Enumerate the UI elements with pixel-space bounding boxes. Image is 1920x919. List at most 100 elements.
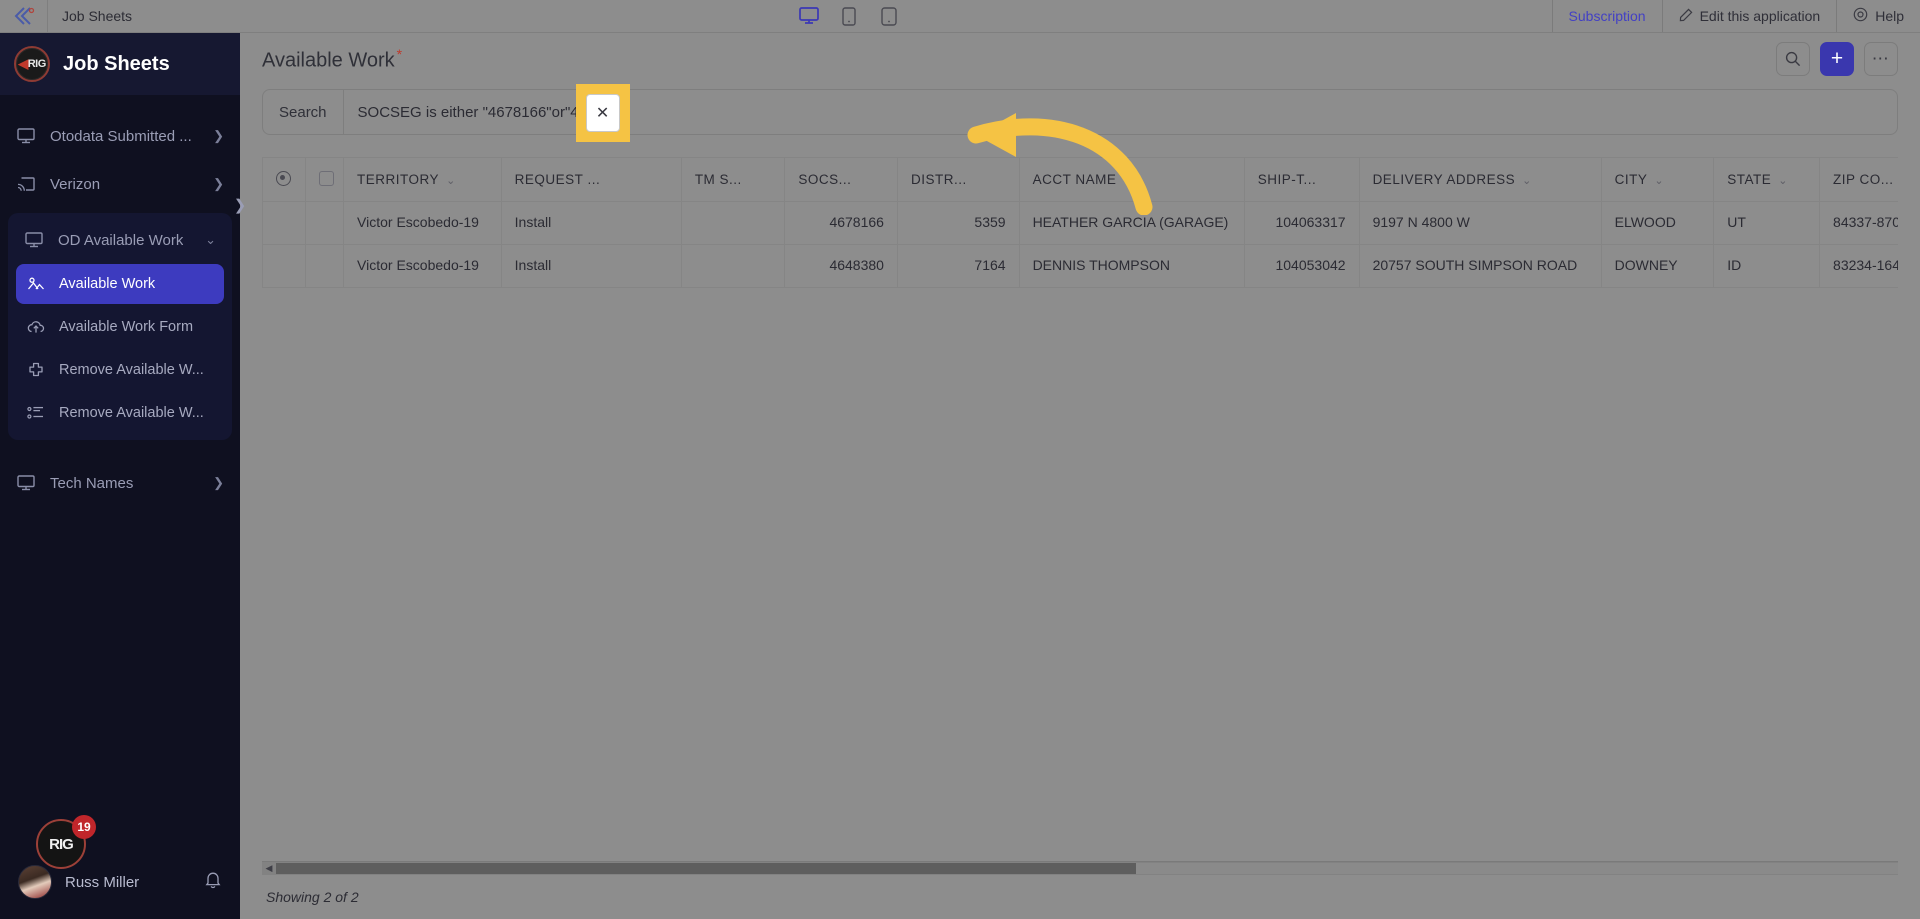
application-window: Job Sheets Subscription Edit this applic… xyxy=(0,0,1920,919)
cell-socs: 4678166 xyxy=(784,201,898,245)
select-all-checkbox[interactable] xyxy=(318,170,334,186)
edit-application-button[interactable]: Edit this application xyxy=(1661,0,1837,32)
scroll-left-arrow-icon[interactable]: ◀ xyxy=(262,863,276,874)
sidebar-brand[interactable]: ◀ RIG Job Sheets xyxy=(0,33,240,95)
cell-ship-to: 104063317 xyxy=(1243,201,1360,245)
column-header-select-all[interactable] xyxy=(304,157,345,202)
device-preview-group xyxy=(796,0,902,32)
sidebar-item-tech-names[interactable]: Tech Names ❯ xyxy=(0,462,240,504)
sidebar-item-remove-available-work-1[interactable]: Remove Available W... xyxy=(16,350,224,390)
subscription-link[interactable]: Subscription xyxy=(1551,0,1662,32)
sidebar-collapse-toggle[interactable]: ❯ xyxy=(228,193,252,217)
table-scroll-area[interactable]: TERRITORY ⌄ REQUEST ... TM S... SOCS... xyxy=(262,157,1898,861)
add-button[interactable]: + xyxy=(1820,42,1854,76)
help-label: Help xyxy=(1875,8,1905,24)
chevron-down-icon: ⌄ xyxy=(205,232,216,247)
chevron-down-icon: ⌄ xyxy=(446,175,456,187)
table-head: TERRITORY ⌄ REQUEST ... TM S... SOCS... xyxy=(262,157,1898,202)
column-header-request[interactable]: REQUEST ... xyxy=(500,157,682,202)
sidebar-item-otodata-submitted[interactable]: Otodata Submitted ... ❯ xyxy=(0,115,240,157)
monitor-icon xyxy=(16,473,36,493)
help-button[interactable]: Help xyxy=(1836,0,1920,32)
scrollbar-track[interactable] xyxy=(276,863,1898,874)
chevron-down-icon: ⌄ xyxy=(1522,175,1532,187)
column-label: ZIP CO... xyxy=(1833,172,1894,187)
topbar-right-actions: Subscription Edit this application Help xyxy=(1551,0,1920,32)
row-select-cell[interactable] xyxy=(304,201,345,245)
flexrig-logo-icon[interactable] xyxy=(0,0,48,32)
sidebar-item-od-available-work[interactable]: OD Available Work ⌄ xyxy=(8,219,232,261)
column-header-distr[interactable]: DISTR... xyxy=(896,157,1020,202)
column-header-city[interactable]: CITY ⌄ xyxy=(1600,157,1715,202)
cell-city: DOWNEY xyxy=(1600,243,1715,288)
row-visibility-cell[interactable] xyxy=(262,201,306,245)
bell-icon[interactable] xyxy=(204,870,222,894)
column-header-socs[interactable]: SOCS... xyxy=(784,157,898,202)
page-header-actions: + ⋯ xyxy=(1776,42,1898,76)
column-header-territory[interactable]: TERRITORY ⌄ xyxy=(343,157,502,202)
column-header-acct-name[interactable]: ACCT NAME ⌄ xyxy=(1018,157,1245,202)
scrollbar-thumb[interactable] xyxy=(276,863,1136,874)
search-bar-container: Search SOCSEG is either "4678166"or"4648… xyxy=(240,84,1920,142)
search-label[interactable]: Search xyxy=(263,90,344,134)
search-chip-area[interactable]: SOCSEG is either "4678166"or"464838 ✕ xyxy=(344,84,1897,142)
sidebar-item-verizon[interactable]: Verizon ❯ xyxy=(0,163,240,205)
table-row[interactable]: Victor Escobedo-19 Install 4648380 7164 … xyxy=(262,243,1898,288)
sidebar-item-label: Remove Available W... xyxy=(59,362,204,378)
cell-socs: 4648380 xyxy=(784,243,898,288)
sidebar-item-remove-available-work-2[interactable]: Remove Available W... xyxy=(16,393,224,433)
brand-logo-icon: ◀ RIG xyxy=(14,46,50,82)
more-options-button[interactable]: ⋯ xyxy=(1864,42,1898,76)
search-button[interactable] xyxy=(1776,42,1810,76)
sidebar-item-label: Tech Names xyxy=(50,474,134,492)
column-header-ship-to[interactable]: SHIP-T... xyxy=(1243,157,1360,202)
sidebar-item-available-work[interactable]: Available Work xyxy=(16,264,224,304)
image-mountain-icon xyxy=(26,274,46,294)
sidebar-footer: RIG 19 Russ Miller xyxy=(0,815,240,919)
list-checks-icon xyxy=(26,403,46,423)
cell-request: Install xyxy=(500,243,682,288)
cell-state: UT xyxy=(1713,201,1821,245)
table-row[interactable]: Victor Escobedo-19 Install 4678166 5359 … xyxy=(262,201,1898,245)
column-label: DISTR... xyxy=(910,172,967,187)
plus-icon: + xyxy=(1830,47,1844,70)
row-visibility-cell[interactable] xyxy=(262,243,306,288)
sidebar-item-label: Verizon xyxy=(50,175,101,193)
column-header-zip-code[interactable]: ZIP CO... xyxy=(1819,157,1898,202)
column-header-tms[interactable]: TM S... xyxy=(680,157,786,202)
chevron-right-icon: ❯ xyxy=(213,475,224,490)
chevron-down-icon: ⌄ xyxy=(1778,175,1788,187)
cell-city: ELWOOD xyxy=(1600,201,1715,245)
sidebar-item-label: Available Work Form xyxy=(59,319,194,335)
ellipsis-icon: ⋯ xyxy=(1871,49,1891,68)
row-select-cell[interactable] xyxy=(304,243,345,288)
pencil-icon xyxy=(1679,8,1693,25)
cell-delivery-address: 20757 SOUTH SIMPSON ROAD xyxy=(1358,243,1602,288)
page-title-text: Available Work xyxy=(262,49,395,72)
clear-filter-button[interactable]: ✕ xyxy=(585,94,620,132)
column-label: SHIP-T... xyxy=(1257,172,1317,187)
sidebar-nav: Otodata Submitted ... ❯ Verizon ❯ OD Ava… xyxy=(0,95,240,819)
brand-name: Job Sheets xyxy=(63,52,170,75)
column-label: REQUEST ... xyxy=(514,172,601,187)
mobile-preview-icon[interactable] xyxy=(876,4,902,28)
horizontal-scrollbar[interactable]: ◀ xyxy=(262,861,1898,875)
desktop-preview-icon[interactable] xyxy=(796,4,822,28)
column-label: DELIVERY ADDRESS xyxy=(1372,172,1516,187)
column-header-state[interactable]: STATE ⌄ xyxy=(1713,157,1821,202)
required-marker: * xyxy=(396,45,403,62)
plus-cross-icon xyxy=(26,360,46,380)
cell-distr: 7164 xyxy=(896,243,1020,288)
data-table-container: TERRITORY ⌄ REQUEST ... TM S... SOCS... xyxy=(262,157,1898,919)
table-body: Victor Escobedo-19 Install 4678166 5359 … xyxy=(262,201,1898,288)
tablet-preview-icon[interactable] xyxy=(836,4,862,28)
chevron-down-icon: ⌄ xyxy=(1123,175,1134,187)
cell-acct-name: HEATHER GARCIA (GARAGE) xyxy=(1018,201,1245,245)
column-header-visibility[interactable] xyxy=(262,157,306,202)
notification-badge-logo[interactable]: RIG 19 xyxy=(36,815,96,873)
column-header-delivery-address[interactable]: DELIVERY ADDRESS ⌄ xyxy=(1358,157,1602,202)
sidebar-item-available-work-form[interactable]: Available Work Form xyxy=(16,307,224,347)
column-label: SOCS... xyxy=(798,172,852,187)
close-x-icon: ✕ xyxy=(595,105,610,122)
cell-acct-name: DENNIS THOMPSON xyxy=(1018,243,1245,288)
